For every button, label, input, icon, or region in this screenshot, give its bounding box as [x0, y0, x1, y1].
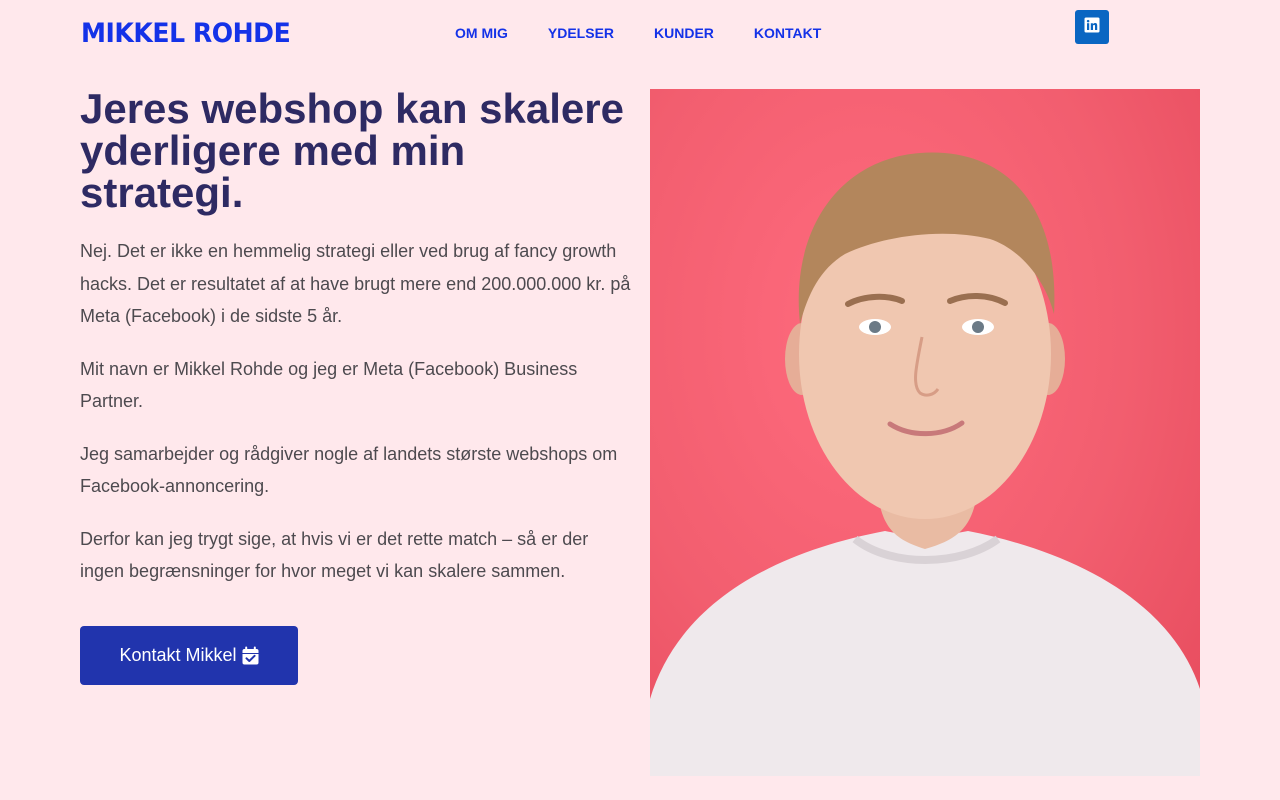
portrait-photo: [650, 89, 1200, 776]
contact-button-label: Kontakt Mikkel: [119, 645, 237, 665]
hero-headline: Jeres webshop kan skalere yderligere med…: [80, 85, 624, 216]
main-nav: OM MIG YDELSER KUNDER KONTAKT: [455, 25, 861, 41]
nav-item-kontakt[interactable]: KONTAKT: [754, 25, 821, 41]
nav-item-kunder[interactable]: KUNDER: [654, 25, 714, 41]
hero-paragraph: Jeg samarbejder og rådgiver nogle af lan…: [80, 443, 618, 497]
linkedin-button[interactable]: [1075, 10, 1109, 44]
contact-button[interactable]: Kontakt Mikkel: [80, 626, 298, 685]
hero-body: Nej. Det er ikke en hemmelig strategi el…: [80, 235, 632, 608]
linkedin-icon: [1084, 17, 1100, 38]
nav-item-ydelser[interactable]: YDELSER: [548, 25, 614, 41]
hero-paragraph: Derfor kan jeg trygt sige, at hvis vi er…: [80, 528, 589, 582]
calendar-check-icon: [242, 646, 259, 665]
hero-paragraph: Mit navn er Mikkel Rohde og jeg er Meta …: [80, 358, 578, 412]
hero-paragraph: Nej. Det er ikke en hemmelig strategi el…: [80, 241, 631, 326]
nav-item-om-mig[interactable]: OM MIG: [455, 25, 508, 41]
site-logo[interactable]: MIKKEL ROHDE: [81, 18, 291, 49]
